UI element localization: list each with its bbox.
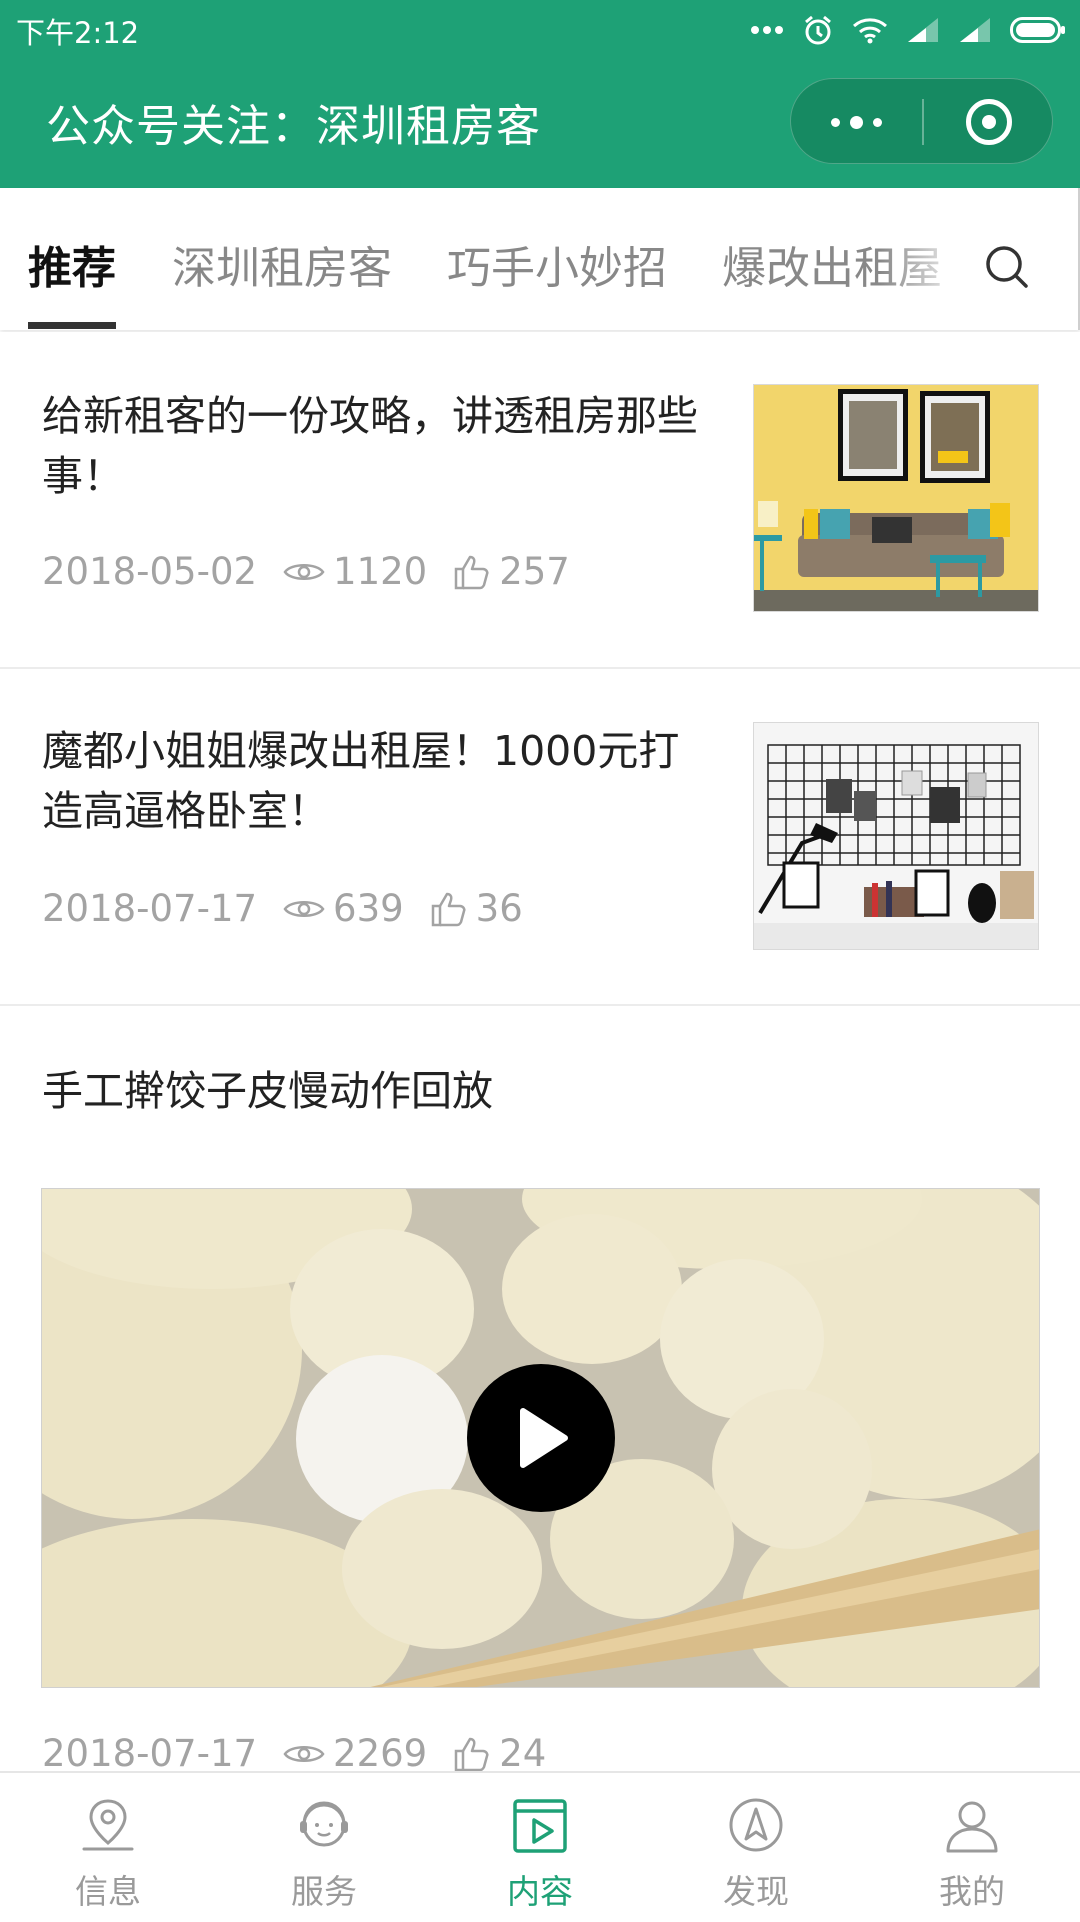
- article-meta: 2018-07-17 639 36: [42, 887, 523, 930]
- view-count: 1120: [333, 550, 428, 593]
- thumbs-up-icon: [454, 555, 489, 589]
- article-thumbnail: [753, 722, 1039, 950]
- alarm-icon: [805, 15, 831, 45]
- target-circle-icon: [966, 99, 1012, 145]
- eye-views-icon: [283, 563, 325, 580]
- nav-item-service[interactable]: 服务: [216, 1773, 432, 1922]
- more-dot-icon: [849, 115, 863, 129]
- more-menu-button[interactable]: [791, 79, 921, 165]
- signal-1-icon: [908, 18, 938, 42]
- more-dot-icon: [830, 117, 840, 127]
- more-dots-icon: [751, 26, 783, 34]
- status-time: 下午2:12: [16, 16, 140, 50]
- user-profile-icon: [946, 1801, 998, 1853]
- article-thumbnail: [753, 384, 1039, 612]
- nav-label: 我的: [939, 1872, 1005, 1911]
- article-card[interactable]: 给新租客的一份攻略，讲透租房那些事！ 2018-05-02 1120 257: [0, 332, 1080, 668]
- article-meta: 2018-05-02 1120 257: [42, 550, 570, 593]
- tab-recommend[interactable]: 推荐: [28, 232, 116, 296]
- nav-item-info[interactable]: 信息: [0, 1773, 216, 1922]
- article-title: 手工擀饺子皮慢动作回放: [42, 1067, 493, 1115]
- publish-date: 2018-07-17: [42, 1732, 258, 1775]
- active-tab-indicator: [28, 322, 116, 329]
- article-card[interactable]: 魔都小姐姐爆改出租屋！1000元打造高逼格卧室！ 2018-07-17 639 …: [0, 669, 1080, 1005]
- status-bar: 下午2:12: [0, 0, 1080, 60]
- eye-views-icon: [283, 900, 325, 917]
- signal-2-icon: [960, 18, 990, 42]
- navigation-bar: 公众号关注：深圳租房客: [0, 60, 1080, 188]
- view-count: 2269: [333, 1732, 428, 1775]
- thumbs-up-icon: [454, 1737, 489, 1771]
- page-title: 公众号关注：深圳租房客: [46, 101, 541, 152]
- nav-label: 发现: [723, 1872, 789, 1911]
- tab-shenzhen-renter[interactable]: 深圳租房客: [172, 232, 392, 296]
- publish-date: 2018-07-17: [42, 887, 258, 930]
- nav-label: 信息: [75, 1872, 141, 1911]
- play-icon: [520, 1408, 568, 1468]
- play-button[interactable]: [467, 1364, 615, 1512]
- more-dot-icon: [872, 117, 882, 127]
- miniprogram-capsule: [790, 78, 1053, 164]
- like-count: 36: [475, 887, 523, 930]
- thumbs-up-icon: [431, 892, 466, 926]
- living-room-image: [754, 385, 1038, 611]
- publish-date: 2018-05-02: [42, 550, 258, 593]
- status-icons: [750, 10, 1066, 50]
- like-count: 24: [499, 1732, 547, 1775]
- nav-label: 内容: [507, 1872, 573, 1911]
- bottom-tab-bar: 信息 服务 内容 发现 我的: [0, 1771, 1080, 1920]
- search-icon[interactable]: [978, 238, 1038, 298]
- article-title: 给新租客的一份攻略，讲透租房那些事！: [42, 392, 698, 500]
- tab-tips[interactable]: 巧手小妙招: [447, 232, 667, 296]
- nav-item-content[interactable]: 内容: [432, 1773, 648, 1922]
- nav-item-discover[interactable]: 发现: [648, 1773, 864, 1922]
- nav-label: 服务: [291, 1872, 357, 1911]
- wifi-icon: [853, 18, 887, 44]
- close-miniprogram-button[interactable]: [924, 79, 1054, 165]
- category-tabs: 推荐 深圳租房客 巧手小妙招 爆改出租屋: [0, 188, 1080, 330]
- tab-overflow-fade: [880, 188, 970, 330]
- video-content-icon: [513, 1799, 567, 1853]
- video-player[interactable]: [41, 1188, 1040, 1688]
- battery-icon: [1010, 17, 1065, 43]
- compass-icon: [729, 1798, 783, 1852]
- headset-service-icon: [300, 1801, 348, 1847]
- eye-views-icon: [283, 1745, 325, 1762]
- like-count: 257: [499, 550, 570, 593]
- view-count: 639: [333, 887, 404, 930]
- bedroom-desk-image: [754, 723, 1038, 949]
- location-pin-icon: [82, 1799, 134, 1851]
- article-title: 魔都小姐姐爆改出租屋！1000元打造高逼格卧室！: [42, 727, 680, 835]
- article-meta: 2018-07-17 2269 24: [42, 1732, 546, 1775]
- nav-item-profile[interactable]: 我的: [864, 1773, 1080, 1922]
